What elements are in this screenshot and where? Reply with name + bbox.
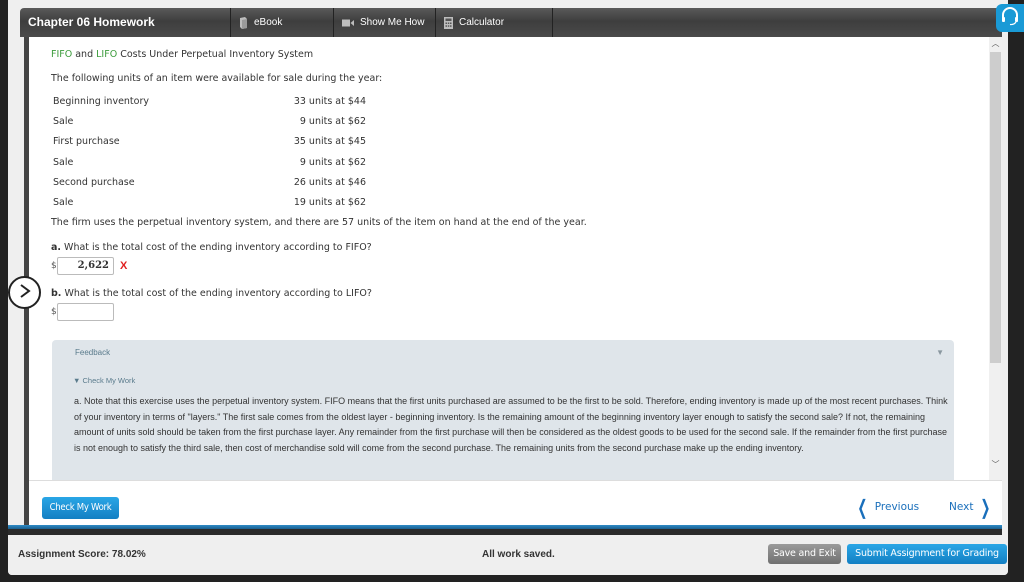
row-label: Second purchase xyxy=(53,176,135,188)
scroll-up-icon[interactable]: ︿ xyxy=(989,37,1002,51)
row-label: Sale xyxy=(53,156,74,168)
fifo-answer-input[interactable]: 2,622 xyxy=(57,256,114,275)
table-row: Beginning inventory 33 units at $44 xyxy=(51,91,368,111)
problem-panel: FIFO and LIFO Costs Under Perpetual Inve… xyxy=(29,37,1002,480)
book-icon xyxy=(239,16,248,29)
previous-label: Previous xyxy=(874,501,920,513)
show-me-how-button[interactable]: Show Me How xyxy=(334,8,436,37)
check-my-work-button[interactable]: Check My Work xyxy=(42,497,119,519)
headset-icon xyxy=(1000,6,1020,30)
table-row: Second purchase 26 units at $46 xyxy=(51,172,368,192)
lifo-term[interactable]: LIFO xyxy=(96,49,117,60)
calculator-icon xyxy=(444,16,453,29)
ebook-button[interactable]: eBook xyxy=(231,8,334,37)
calculator-label: Calculator xyxy=(459,17,505,28)
support-button[interactable] xyxy=(996,4,1024,32)
answer-row-a: $ 2,622 X xyxy=(51,256,972,275)
submit-assignment-button[interactable]: Submit Assignment for Grading xyxy=(847,544,1007,564)
next-button[interactable]: Next ❯ xyxy=(949,495,994,519)
next-label: Next xyxy=(949,501,974,513)
calculator-button[interactable]: Calculator xyxy=(436,8,553,37)
answer-row-b: $ xyxy=(51,302,972,321)
row-value: 19 units at $62 xyxy=(293,197,366,209)
row-value: 26 units at $46 xyxy=(293,176,366,188)
problem-intro: The following units of an item were avai… xyxy=(51,73,383,84)
table-row: Sale 9 units at $62 xyxy=(51,111,368,131)
question-letter: a. xyxy=(51,241,62,253)
assignment-score: Assignment Score: 78.02% xyxy=(18,549,146,560)
footer-bar: Assignment Score: 78.02% All work saved.… xyxy=(8,535,1008,575)
feedback-panel: Feedback ▼ ▼ Check My Work a. Note that … xyxy=(52,340,954,480)
firm-statement: The firm uses the perpetual inventory sy… xyxy=(51,216,587,228)
question-b: b. What is the total cost of the ending … xyxy=(51,287,972,301)
units-table: Beginning inventory 33 units at $44 Sale 9… xyxy=(51,91,368,213)
lifo-answer-input[interactable] xyxy=(57,302,114,321)
title-text: and xyxy=(72,49,97,60)
show-me-how-label: Show Me How xyxy=(360,17,425,28)
question-navigation: Check My Work ❮ Previous Next ❯ xyxy=(29,480,1002,525)
previous-button[interactable]: ❮ Previous xyxy=(854,495,919,519)
chevron-right-icon xyxy=(18,283,32,303)
ebook-label: eBook xyxy=(254,17,283,28)
toolbar: Chapter 06 Homework (Application) eBook … xyxy=(20,8,1002,58)
row-label: Sale xyxy=(53,197,74,209)
save-and-exit-button[interactable]: Save and Exit xyxy=(768,544,841,564)
question-text: What is the total cost of the ending inv… xyxy=(61,241,372,253)
chevron-right-icon: ❯ xyxy=(980,495,991,519)
problem-title: FIFO and LIFO Costs Under Perpetual Inve… xyxy=(51,45,972,65)
question-letter: b. xyxy=(51,287,62,299)
fifo-term[interactable]: FIFO xyxy=(51,49,72,60)
row-label: Sale xyxy=(53,115,74,127)
row-value: 9 units at $62 xyxy=(299,115,366,127)
vertical-scrollbar[interactable]: ︿ ﹀ xyxy=(989,37,1002,480)
video-camera-icon xyxy=(342,19,354,27)
row-label: Beginning inventory xyxy=(53,95,149,107)
scroll-down-icon[interactable]: ﹀ xyxy=(989,458,1002,472)
chevron-left-icon: ❮ xyxy=(857,495,868,519)
save-status: All work saved. xyxy=(482,549,555,560)
collapse-feedback-icon[interactable]: ▼ xyxy=(936,348,944,357)
row-label: First purchase xyxy=(53,136,120,148)
feedback-text: a. Note that this exercise uses the perp… xyxy=(74,396,948,453)
feedback-title: Feedback xyxy=(75,348,111,357)
assignment-title: Chapter 06 Homework (Application) xyxy=(20,8,231,58)
row-value: 33 units at $44 xyxy=(293,95,366,107)
table-row: Sale 9 units at $62 xyxy=(51,152,368,172)
expand-panel-button[interactable] xyxy=(8,276,41,309)
question-a: a. What is the total cost of the ending … xyxy=(51,241,972,255)
incorrect-icon: X xyxy=(120,259,128,272)
question-text: What is the total cost of the ending inv… xyxy=(61,287,372,299)
table-row: First purchase 35 units at $45 xyxy=(51,132,368,152)
title-text: Costs Under Perpetual Inventory System xyxy=(117,49,314,60)
row-value: 35 units at $45 xyxy=(293,136,366,148)
table-row: Sale 19 units at $62 xyxy=(51,192,368,212)
row-value: 9 units at $62 xyxy=(299,156,366,168)
check-my-work-toggle[interactable]: ▼ Check My Work xyxy=(73,376,135,385)
scroll-thumb[interactable] xyxy=(990,52,1001,363)
